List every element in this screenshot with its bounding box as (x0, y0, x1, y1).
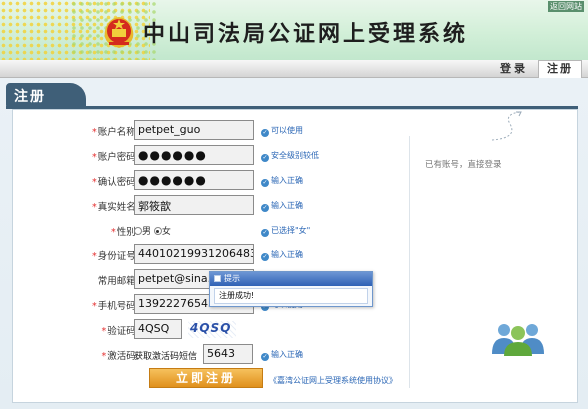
modal-window-icon (214, 275, 221, 282)
check-circle-icon: ✓ (261, 154, 269, 162)
success-dialog: 提示 注册成功! (209, 271, 373, 307)
phone-label: *手机号码: (92, 301, 139, 312)
dialog-title-bar: 提示 (210, 272, 372, 286)
nav-bar: 登录 注册 (0, 60, 588, 78)
activation-code-input[interactable]: 5643 (203, 344, 253, 364)
real-name-label: *真实姓名: (92, 202, 139, 213)
confirm-password-hint: ✓ 输入正确 (261, 176, 303, 187)
check-circle-icon: ✓ (261, 353, 269, 361)
account-name-label: *账户名称: (92, 127, 139, 138)
account-name-hint: ✓ 可以使用 (261, 126, 303, 137)
emblem-icon (104, 17, 134, 48)
account-name-row: *账户名称: petpet_guo ✓ 可以使用 (13, 120, 393, 142)
account-name-input[interactable]: petpet_guo (134, 120, 254, 140)
password-label: *账户密码: (92, 152, 139, 163)
real-name-input[interactable]: 郭筱歆 (134, 195, 254, 215)
check-circle-icon: ✓ (261, 179, 269, 187)
back-home-link[interactable]: 返回网站 (548, 1, 584, 12)
gender-row: *性别: 男 女 ✓ 已选择"女" (13, 220, 393, 242)
dialog-message: 注册成功! (214, 288, 368, 304)
confirm-password-row: *确认密码: ●●●●●● ✓ 输入正确 (13, 170, 393, 192)
check-circle-icon: ✓ (261, 229, 269, 237)
check-circle-icon: ✓ (261, 253, 269, 261)
site-header: 中山司法局公证网上受理系统 返回网站 (0, 0, 588, 60)
main-content: 注册 *账户名称: petpet_guo ✓ 可以使用 *账户密码: ●●●●●●… (0, 78, 588, 409)
nav-login-tab[interactable]: 登录 (500, 62, 528, 78)
gender-hint: ✓ 已选择"女" (261, 226, 311, 237)
check-circle-icon: ✓ (261, 129, 269, 137)
gender-male-label: 男 (142, 227, 152, 237)
get-activation-sms-button[interactable]: 获取激活码短信 (134, 347, 206, 363)
real-name-row: *真实姓名: 郭筱歆 ✓ 输入正确 (13, 195, 393, 217)
gender-female-label: 女 (161, 227, 171, 237)
id-number-row: *身份证号: 440102199312064836 ✓ 输入正确 (13, 244, 393, 266)
nav-register-tab[interactable]: 注册 (538, 60, 582, 78)
captcha-row: *验证码: 4QSQ 4QSQ (13, 319, 393, 341)
password-hint: ✓ 安全级别较低 (261, 151, 319, 162)
gender-male-radio[interactable] (134, 227, 142, 235)
gender-options: 男 女 (134, 224, 171, 237)
registration-panel: *账户名称: petpet_guo ✓ 可以使用 *账户密码: ●●●●●● ✓ 安… (12, 109, 578, 403)
activation-row: *激活码: 获取激活码短信 5643 ✓ 输入正确 (13, 344, 393, 366)
captcha-input[interactable]: 4QSQ (134, 319, 182, 339)
id-number-hint: ✓ 输入正确 (261, 250, 303, 261)
activation-hint: ✓ 输入正确 (261, 350, 303, 361)
email-label: 常用邮箱: (97, 276, 139, 287)
confirm-password-input[interactable]: ●●●●●● (134, 170, 254, 190)
section-heading-label: 注册 (14, 89, 46, 105)
real-name-hint: ✓ 输入正确 (261, 201, 303, 212)
site-title: 中山司法局公证网上受理系统 (143, 22, 469, 47)
password-row: *账户密码: ●●●●●● ✓ 安全级别较低 (13, 145, 393, 167)
check-circle-icon: ✓ (261, 204, 269, 212)
confirm-password-label: *确认密码: (92, 177, 139, 188)
id-number-input[interactable]: 440102199312064836 (134, 244, 254, 264)
id-number-label: *身份证号: (92, 251, 139, 262)
side-divider (409, 136, 410, 388)
register-submit-button[interactable]: 立即注册 (149, 368, 263, 388)
captcha-image[interactable]: 4QSQ (188, 321, 236, 338)
curl-decoration-icon (491, 111, 522, 141)
users-icon (492, 324, 544, 356)
gender-female-radio[interactable] (153, 227, 162, 235)
password-input[interactable]: ●●●●●● (134, 145, 254, 165)
login-prompt-text[interactable]: 已有账号，直接登录 (425, 158, 502, 170)
protocol-link[interactable]: 《嘉湾公证网上受理系统使用协议》 (269, 375, 397, 386)
dialog-title: 提示 (224, 274, 240, 283)
